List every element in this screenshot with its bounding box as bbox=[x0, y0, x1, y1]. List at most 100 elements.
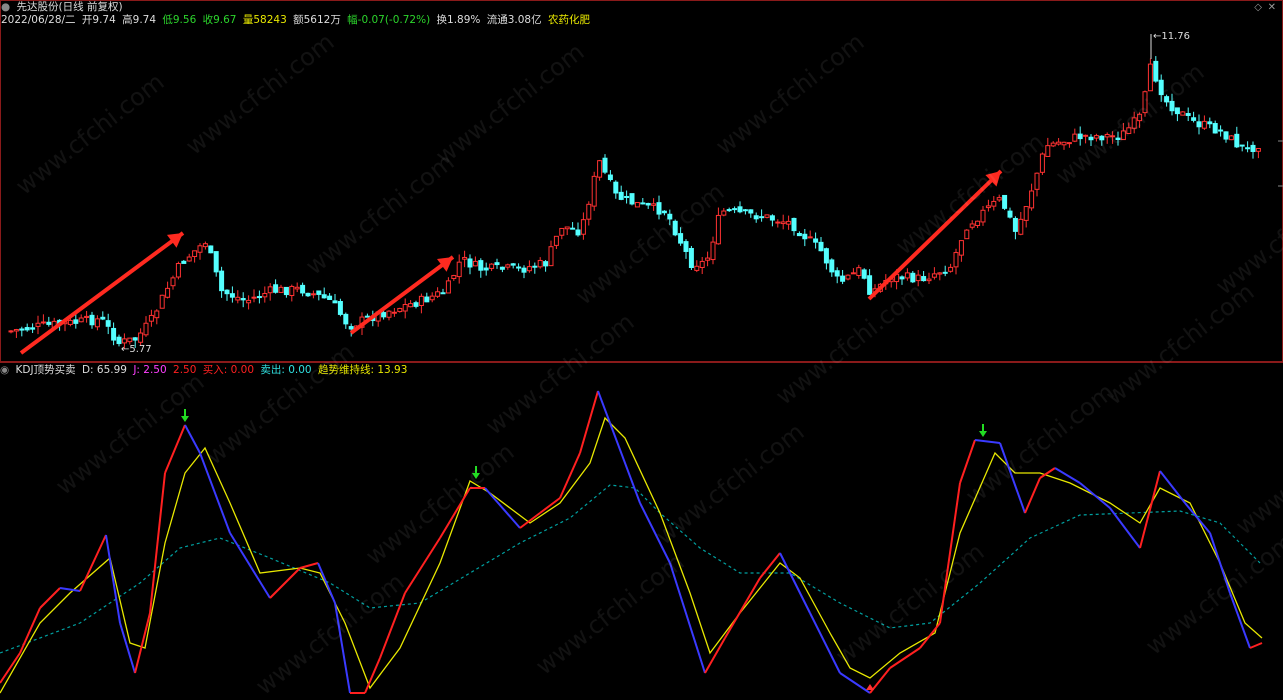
candle bbox=[861, 268, 867, 280]
k-line-segment bbox=[39, 587, 61, 609]
candle bbox=[1218, 125, 1224, 137]
candle bbox=[559, 227, 565, 240]
k-line-segment bbox=[959, 439, 976, 484]
candle bbox=[175, 261, 181, 280]
candle bbox=[1147, 58, 1153, 92]
candle bbox=[192, 250, 198, 263]
k-line-segment bbox=[149, 472, 166, 614]
k-line-segment bbox=[184, 424, 201, 454]
candle bbox=[143, 316, 149, 337]
k-line-segment bbox=[1249, 642, 1263, 649]
candle bbox=[1131, 111, 1137, 134]
candle bbox=[683, 239, 689, 259]
candle bbox=[1137, 112, 1143, 128]
candle bbox=[721, 208, 727, 217]
candle bbox=[661, 210, 667, 216]
candle bbox=[786, 215, 792, 230]
candle bbox=[1077, 126, 1083, 146]
candle bbox=[273, 279, 279, 294]
candle bbox=[942, 265, 948, 277]
candle bbox=[915, 269, 921, 287]
candle bbox=[780, 214, 786, 230]
candle bbox=[996, 194, 1002, 202]
k-line-segment bbox=[299, 562, 319, 569]
candle bbox=[656, 195, 662, 220]
candle bbox=[829, 258, 835, 277]
candle bbox=[1093, 133, 1099, 142]
candle bbox=[516, 263, 522, 272]
k-line-segment bbox=[79, 534, 107, 592]
candle bbox=[1239, 144, 1245, 152]
candle bbox=[1039, 152, 1045, 175]
candle bbox=[78, 314, 84, 323]
candle bbox=[975, 220, 981, 229]
sell-signal-arrow bbox=[472, 466, 480, 479]
candle bbox=[186, 253, 192, 262]
k-line-segment bbox=[1109, 507, 1141, 549]
candle bbox=[224, 289, 230, 301]
candle bbox=[807, 230, 813, 239]
candle bbox=[1164, 94, 1170, 107]
candle bbox=[170, 275, 176, 290]
candle bbox=[343, 312, 349, 329]
candle bbox=[694, 260, 700, 273]
candle bbox=[904, 268, 910, 281]
buy-signal-arrow bbox=[866, 684, 874, 690]
k-line-segment bbox=[1039, 467, 1056, 479]
candle bbox=[283, 286, 289, 298]
candle bbox=[688, 245, 694, 271]
candle bbox=[435, 287, 441, 299]
trend-line bbox=[0, 484, 1261, 654]
candle bbox=[710, 236, 716, 265]
candle bbox=[159, 294, 165, 309]
candle bbox=[408, 300, 414, 308]
k-line-segment bbox=[269, 567, 301, 599]
k-line-segment bbox=[1209, 532, 1231, 594]
candle bbox=[958, 240, 964, 262]
candle bbox=[813, 232, 819, 249]
candle bbox=[796, 231, 802, 237]
price-chart-panel[interactable]: ● 先达股份(日线 前复权) 2022/06/28/二 开9.74 高9.74 … bbox=[0, 0, 1283, 362]
candle bbox=[640, 198, 646, 205]
candle bbox=[759, 209, 765, 222]
candle bbox=[483, 262, 489, 276]
candle bbox=[953, 248, 959, 275]
candle bbox=[1142, 90, 1148, 117]
k-line-segment bbox=[439, 487, 471, 539]
k-line-segment bbox=[1054, 467, 1081, 484]
k-line-segment bbox=[1079, 482, 1111, 509]
candle bbox=[613, 180, 619, 199]
sell-signal-arrow bbox=[979, 424, 987, 437]
candle bbox=[753, 212, 759, 223]
candle bbox=[235, 290, 241, 304]
candle bbox=[543, 260, 549, 272]
candle bbox=[197, 243, 203, 260]
candle bbox=[867, 269, 873, 295]
candle bbox=[634, 202, 640, 208]
candle bbox=[30, 323, 36, 334]
k-line-segment bbox=[724, 577, 761, 639]
candle bbox=[310, 290, 316, 299]
candle bbox=[667, 209, 673, 226]
indicator-panel[interactable]: ◉ KDJ顶势买卖 D: 65.99 J: 2.50 2.50 买入: 0.00… bbox=[0, 362, 1283, 694]
candle bbox=[1104, 132, 1110, 144]
candle bbox=[73, 313, 79, 329]
candle bbox=[1180, 111, 1186, 116]
candle bbox=[1034, 172, 1040, 197]
candle bbox=[219, 266, 225, 298]
candle bbox=[111, 322, 117, 346]
candle bbox=[602, 154, 608, 175]
candle bbox=[1191, 111, 1197, 123]
candle bbox=[467, 254, 473, 275]
candle bbox=[418, 293, 424, 314]
candle bbox=[1185, 107, 1191, 122]
candle bbox=[845, 274, 851, 281]
k-line-segment bbox=[379, 592, 406, 659]
candle bbox=[456, 254, 462, 284]
candle bbox=[651, 198, 657, 211]
k-line-segment bbox=[559, 452, 581, 499]
candle bbox=[1066, 142, 1072, 148]
candlestick-chart: ←11.76 ←5.77 bbox=[8, 31, 1283, 355]
k-line-segment bbox=[364, 657, 381, 694]
candle bbox=[1012, 216, 1018, 240]
